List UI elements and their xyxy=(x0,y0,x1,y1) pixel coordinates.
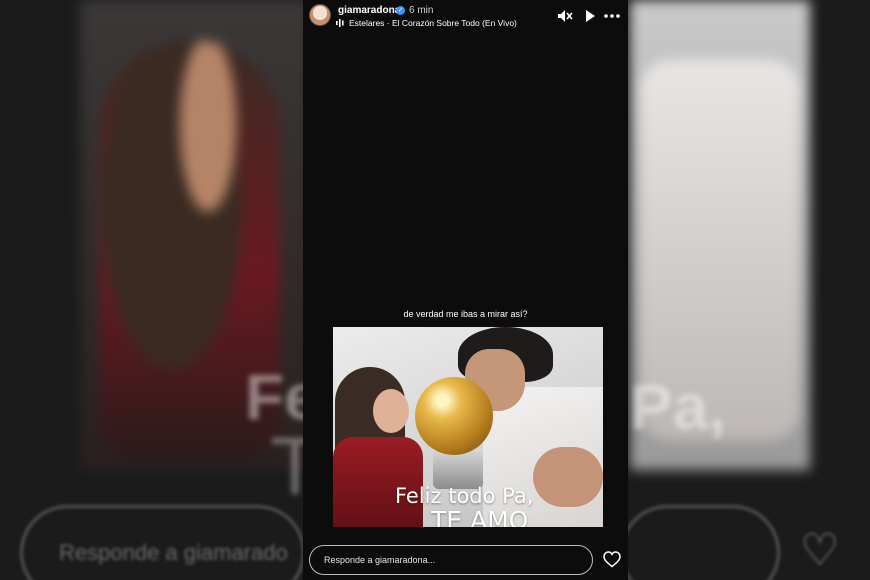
blurred-text-right: Pa, xyxy=(630,371,727,443)
blurred-reply-box-right xyxy=(620,505,780,580)
story-photo: Feliz todo Pa, TE AMO xyxy=(333,327,603,527)
more-icon[interactable] xyxy=(603,9,621,23)
blurred-reply-box: Responde a giamarado xyxy=(20,505,305,580)
music-track[interactable]: Estelares · El Corazón Sobre Todo (En Vi… xyxy=(349,18,517,28)
photo-girl-face xyxy=(373,389,409,433)
story-caption: de verdad me ibas a mirar así? xyxy=(403,309,528,319)
play-icon[interactable] xyxy=(582,9,598,23)
mute-icon[interactable] xyxy=(557,9,573,23)
avatar[interactable] xyxy=(309,4,331,26)
reply-input[interactable] xyxy=(309,545,593,575)
photo-text-line1: Feliz todo Pa, xyxy=(395,484,534,508)
photo-text-line2: TE AMO xyxy=(431,506,529,527)
heart-icon[interactable] xyxy=(603,551,621,568)
story-panel: giamaradona ✓ 6 min Estelares · El Coraz… xyxy=(303,0,628,580)
story-header: giamaradona ✓ 6 min Estelares · El Coraz… xyxy=(303,0,628,34)
username[interactable]: giamaradona xyxy=(338,5,400,16)
golden-ball-trophy xyxy=(415,377,493,455)
blurred-reply-text: Responde a giamarado xyxy=(59,540,288,565)
verified-icon: ✓ xyxy=(396,6,405,15)
blurred-heart-icon: ♡ xyxy=(800,526,840,575)
music-icon xyxy=(336,19,344,27)
story-time: 6 min xyxy=(409,5,434,16)
photo-girl-dress xyxy=(333,437,423,527)
trophy-base xyxy=(433,449,483,489)
photo-man-arm xyxy=(533,447,603,507)
